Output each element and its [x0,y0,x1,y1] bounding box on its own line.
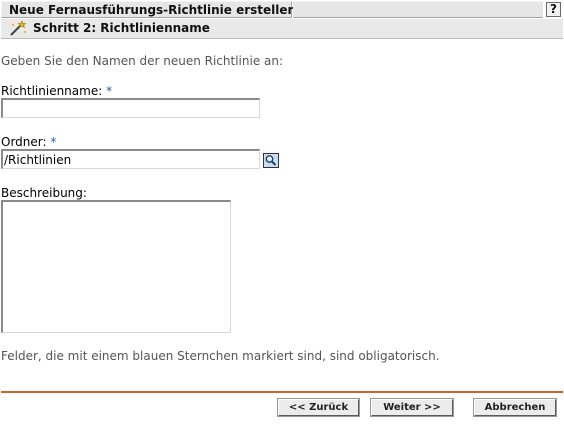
required-asterisk: * [106,84,113,98]
help-button[interactable]: ? [546,2,561,17]
policy-name-label-text: Richtlinienname: [1,84,103,98]
description-label-text: Beschreibung: [1,186,87,200]
intro-text: Geben Sie den Namen der neuen Richtlinie… [1,54,284,68]
title-panel: Neue Fernausführungs-Richtlinie erstelle… [1,1,296,18]
policy-name-label: Richtlinienname: * [1,84,112,98]
required-asterisk: * [50,135,57,149]
step-header: Schritt 2: Richtlinienname [1,19,563,39]
folder-label: Ordner: * [1,135,56,149]
wizard-wand-icon [9,20,27,37]
folder-input[interactable] [1,149,260,169]
footer-divider [1,391,563,393]
next-button[interactable]: Weiter >> [371,399,453,416]
description-textarea[interactable] [1,200,231,333]
policy-name-input[interactable] [1,98,260,118]
title-bar: Neue Fernausführungs-Richtlinie erstelle… [0,0,564,19]
title-bar-fill [293,1,543,18]
step-title: Schritt 2: Richtlinienname [33,21,210,35]
folder-label-text: Ordner: [1,135,47,149]
description-label: Beschreibung: [1,186,87,200]
magnifier-browse-icon[interactable] [263,153,279,168]
cancel-button[interactable]: Abbrechen [474,399,556,416]
required-fields-note: Felder, die mit einem blauen Sternchen m… [1,349,440,363]
page-title: Neue Fernausführungs-Richtlinie erstelle… [9,3,297,17]
back-button[interactable]: << Zurück [278,399,359,416]
